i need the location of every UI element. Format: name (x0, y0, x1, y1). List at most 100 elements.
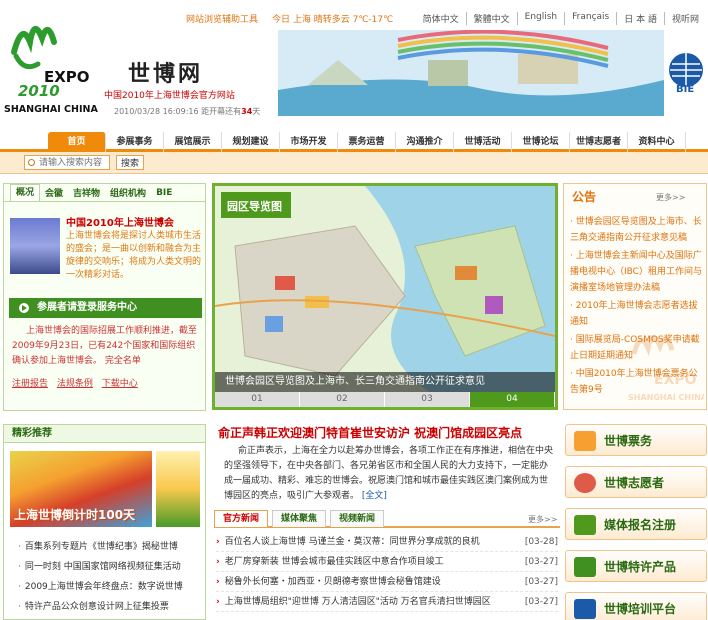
countdown-suffix: 天 (252, 107, 261, 116)
list-item[interactable]: 2009上海世博会年终盘点：数字说世博 (18, 577, 183, 597)
header-banner (278, 30, 664, 116)
list-item[interactable]: 百集系列专题片《世博纪事》揭秘世博 (18, 537, 183, 557)
ticketing-button[interactable]: 世博票务 (565, 424, 707, 456)
nav-forum[interactable]: 世博论坛 (512, 132, 570, 152)
table-row[interactable]: 老厂房穿新装 世博会城市最佳实践区中意合作项目竣工 [03-27] (216, 552, 558, 572)
lang-video[interactable]: 视听网 (663, 11, 706, 25)
lang-french[interactable]: Français (564, 11, 616, 25)
map-title: 园区导览图 (227, 199, 282, 213)
intro-title[interactable]: 中国2010年上海世博会 (66, 214, 174, 229)
nav-events[interactable]: 世博活动 (454, 132, 512, 152)
slideshow-pager: 01 02 03 04 (215, 392, 555, 407)
tab-bie[interactable]: BIE (151, 188, 177, 198)
media-registration-button[interactable]: 媒体报名注册 (565, 508, 707, 540)
link-registration[interactable]: 注册报告 (12, 379, 48, 389)
tab-emblem[interactable]: 会徽 (40, 186, 68, 199)
nav-resources[interactable]: 资料中心 (628, 132, 686, 152)
promo-thumbnail[interactable] (156, 451, 200, 527)
datetime-value: 2010/03/28 16:09:16 (114, 107, 199, 116)
pager-3[interactable]: 03 (385, 392, 470, 407)
media-icon (574, 515, 596, 535)
volunteer-button[interactable]: 世博志愿者 (565, 466, 707, 498)
overview-panel: 概况 会徽 吉祥物 组织机构 BIE 中国2010年上海世博会 上海世博会将是探… (3, 183, 206, 411)
exhibitor-login-button[interactable]: 参展者请登录服务中心 (9, 298, 202, 318)
pager-2[interactable]: 02 (300, 392, 385, 407)
tab-organization[interactable]: 组织机构 (105, 186, 151, 199)
nav-volunteers[interactable]: 世博志愿者 (570, 132, 628, 152)
list-item[interactable]: 上海世博会主新闻中心及国际广播电视中心（IBC）租用工作间与演播室场地管理办法稿 (570, 248, 706, 296)
tab-media-focus[interactable]: 媒体聚焦 (272, 510, 326, 527)
nav-pavilions[interactable]: 展馆展示 (164, 132, 222, 152)
countdown-banner[interactable]: 上海世博倒计时100天 (10, 451, 152, 527)
lang-english[interactable]: English (516, 11, 565, 25)
left-links: 注册报告 法规条例 下载中心 (12, 376, 144, 389)
people-icon (574, 473, 596, 493)
oriental-pearl-tower-image[interactable] (10, 218, 60, 274)
table-row[interactable]: 秘鲁外长何塞・加西亚・贝朗德考察世博会秘鲁馆建设 [03-27] (216, 572, 558, 592)
list-item[interactable]: 2010年上海世博会志愿者选拔通知 (570, 298, 706, 330)
tab-overview[interactable]: 概况 (10, 184, 41, 201)
list-item[interactable]: 中国2010年上海世博会票务公告第9号 (570, 366, 706, 398)
news-title[interactable]: 老厂房穿新装 世博会城市最佳实践区中意合作项目竣工 (225, 552, 520, 571)
table-row[interactable]: 上海世博局组织"迎世博 万人清洁园区"活动 万名官兵清扫世博园区 [03-27] (216, 592, 558, 612)
training-icon (574, 599, 596, 619)
news-more-link[interactable]: 更多>> (528, 514, 557, 525)
recommend-panel: 精彩推荐 上海世博倒计时100天 百集系列专题片《世博纪事》揭秘世博 同一时刻 … (3, 424, 206, 620)
list-item[interactable]: 特许产品公众创意设计网上征集投票 (18, 597, 183, 617)
media-registration-label: 媒体报名注册 (604, 518, 677, 532)
list-item[interactable]: 国际展览局-COSMOS奖申请截止日期延期通知 (570, 332, 706, 364)
header: EXPO 2010 SHANGHAI CHINA 世博网 中国2010年上海世博… (0, 0, 708, 128)
full-list-link[interactable]: 完全名单 (105, 356, 141, 366)
training-platform-label: 世博培训平台 (604, 602, 677, 616)
site-name[interactable]: 世博网 (128, 56, 203, 88)
news-title[interactable]: 秘鲁外长何塞・加西亚・贝朗德考察世博会秘鲁馆建设 (225, 572, 520, 591)
tab-mascot[interactable]: 吉祥物 (68, 186, 105, 199)
nav-participation[interactable]: 参展事务 (106, 132, 164, 152)
expo-logo[interactable]: EXPO 2010 SHANGHAI CHINA (4, 12, 100, 116)
headline-full-link[interactable]: [全文] (362, 491, 387, 501)
nav-planning[interactable]: 规划建设 (222, 132, 280, 152)
slideshow-caption[interactable]: 世博会园区导览图及上海市、长三角交通指南公开征求意见 (215, 372, 555, 392)
list-item[interactable]: 世博会园区导览图及上海市、长三角交通指南公开征求意见稿 (570, 214, 706, 246)
table-row[interactable]: 百位名人谈上海世博 马谨兰金・莫汉蒂：同世界分享成就的良机 [03-28] (216, 532, 558, 552)
notice-more-link[interactable]: 更多>> (656, 192, 685, 203)
countdown-banner-text: 上海世博倒计时100天 (14, 508, 136, 522)
news-date: [03-27] (524, 557, 558, 567)
news-date: [03-28] (524, 537, 558, 547)
accessibility-tool-link[interactable]: 网站浏览辅助工具 (186, 12, 258, 25)
training-platform-button[interactable]: 世博培训平台 (565, 592, 707, 620)
search-button[interactable]: 搜索 (116, 155, 144, 170)
link-regulations[interactable]: 法规条例 (57, 379, 93, 389)
news-title[interactable]: 百位名人谈上海世博 马谨兰金・莫汉蒂：同世界分享成就的良机 (225, 532, 520, 551)
datetime: 2010/03/28 16:09:16 距开幕还有34天 (114, 106, 260, 117)
tab-official-news[interactable]: 官方新闻 (214, 510, 268, 527)
bie-label: BIE (676, 84, 695, 95)
list-item[interactable]: 同一时刻 中国国家馆网络视频征集活动 (18, 557, 183, 577)
search-icon (28, 159, 35, 166)
lang-simplified[interactable]: 简体中文 (416, 12, 466, 25)
arrow-circle-icon (19, 303, 29, 313)
language-switcher: 简体中文 繁體中文 English Français 日 本 語 视听网 (416, 11, 706, 25)
tab-video-news[interactable]: 视频新闻 (330, 510, 384, 527)
nav-promotion[interactable]: 沟通推介 (396, 132, 454, 152)
overview-tabs: 概况 会徽 吉祥物 组织机构 BIE (4, 184, 205, 202)
search-input[interactable] (24, 155, 110, 170)
lang-japanese[interactable]: 日 本 語 (616, 11, 664, 25)
lang-traditional[interactable]: 繁體中文 (465, 11, 517, 25)
page: EXPO 2010 SHANGHAI CHINA 世博网 中国2010年上海世博… (0, 0, 708, 620)
news-title[interactable]: 上海世博局组织"迎世博 万人清洁园区"活动 万名官兵清扫世博园区 (225, 592, 520, 611)
link-downloads[interactable]: 下载中心 (102, 379, 138, 389)
intro-text: 上海世博会将是探讨人类城市生活的盛会；是一曲以创新和融合为主旋律的交响乐；将成为… (66, 231, 202, 280)
licensed-products-label: 世博特许产品 (604, 560, 677, 574)
featured-slideshow[interactable]: 园区导览图 世博会园区导览图及上海市、长三角交通指南公开征求意见 01 02 0… (212, 183, 558, 410)
recommend-list: 百集系列专题片《世博纪事》揭秘世博 同一时刻 中国国家馆网络视频征集活动 200… (18, 537, 183, 617)
volunteer-label: 世博志愿者 (604, 476, 665, 490)
nav-home[interactable]: 首页 (48, 132, 106, 152)
nav-marketing[interactable]: 市场开发 (280, 132, 338, 152)
nav-ticketing[interactable]: 票务运营 (338, 132, 396, 152)
notice-title: 公告 (572, 190, 597, 204)
pager-4[interactable]: 04 (470, 392, 555, 407)
licensed-products-button[interactable]: 世博特许产品 (565, 550, 707, 582)
pager-1[interactable]: 01 (215, 392, 300, 407)
headline-title[interactable]: 俞正声韩正欢迎澳门特首崔世安访沪 祝澳门馆成园区亮点 (218, 424, 560, 441)
